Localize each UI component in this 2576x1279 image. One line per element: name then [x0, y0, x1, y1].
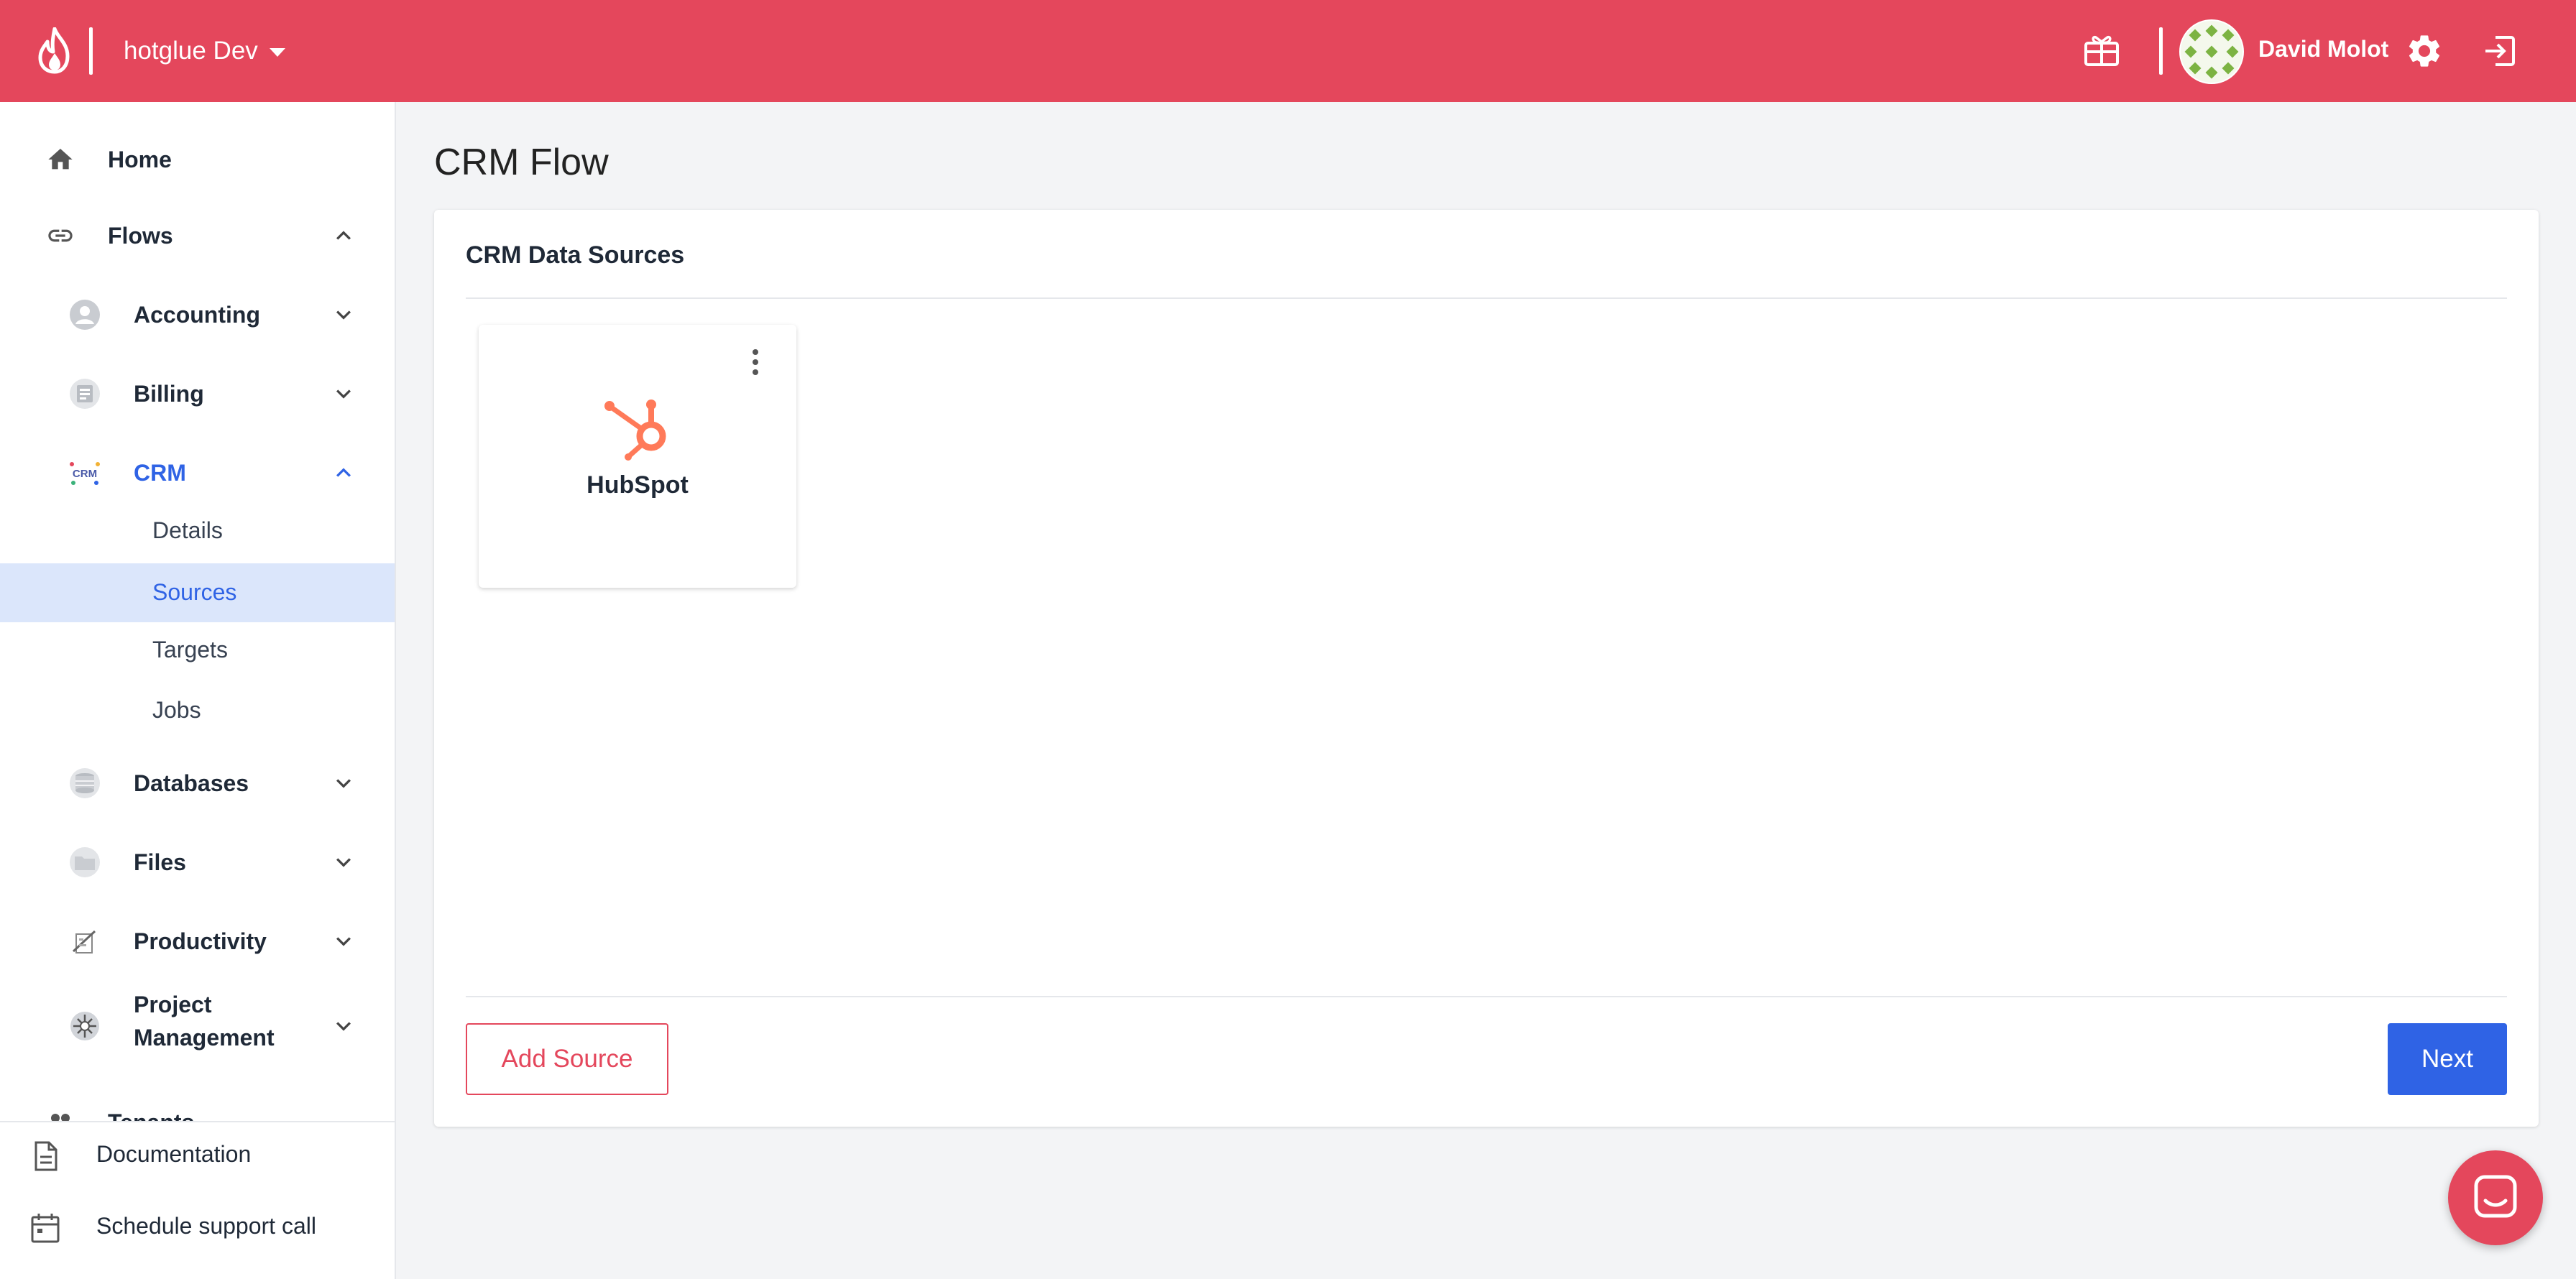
files-icon — [69, 846, 101, 878]
sidebar-item-files[interactable]: Files — [0, 834, 395, 891]
crm-icon: CRM — [66, 458, 104, 487]
support-chat-button[interactable] — [2448, 1150, 2543, 1245]
schedule-support-call-link[interactable]: Schedule support call — [0, 1194, 395, 1259]
chat-icon — [2474, 1175, 2517, 1218]
divider — [466, 996, 2507, 997]
productivity-icon — [69, 925, 101, 957]
caret-down-icon — [269, 48, 285, 57]
sidebar-subitem-label: Jobs — [152, 697, 201, 723]
page-title: CRM Flow — [434, 142, 609, 183]
gear-icon[interactable] — [2405, 32, 2444, 70]
source-name: HubSpot — [586, 471, 689, 499]
sidebar-footer: Documentation Schedule support call — [0, 1121, 395, 1279]
link-icon — [45, 221, 76, 250]
sidebar-subitem-jobs[interactable]: Jobs — [0, 681, 395, 740]
chevron-down-icon[interactable] — [329, 379, 358, 408]
billing-icon — [69, 378, 101, 410]
sidebar-item-flows[interactable]: Flows — [0, 207, 395, 264]
sidebar-item-billing[interactable]: Billing — [0, 365, 395, 423]
sidebar-subitem-label: Details — [152, 517, 223, 543]
sidebar-item-label: Project — [134, 992, 212, 1017]
user-name[interactable]: David Molot — [2258, 36, 2388, 63]
environment-name: hotglue Dev — [124, 37, 258, 65]
sidebar-subitem-label: Targets — [152, 637, 228, 662]
source-tile-hubspot[interactable]: HubSpot — [479, 325, 796, 588]
avatar[interactable] — [2179, 19, 2244, 84]
chevron-down-icon[interactable] — [329, 848, 358, 877]
schedule-support-call-label: Schedule support call — [96, 1213, 316, 1239]
sidebar-subitem-targets[interactable]: Targets — [0, 621, 395, 680]
chevron-down-icon[interactable] — [329, 300, 358, 329]
add-source-button[interactable]: Add Source — [466, 1023, 668, 1095]
home-icon — [46, 145, 75, 174]
sidebar-item-label: Management — [134, 1025, 275, 1051]
calendar-icon — [31, 1214, 60, 1243]
sidebar-item-label: Billing — [134, 381, 204, 407]
more-options-icon[interactable] — [748, 346, 763, 378]
flame-logo-icon[interactable] — [33, 27, 76, 75]
chevron-down-icon[interactable] — [329, 769, 358, 798]
sidebar-item-label: Files — [134, 849, 186, 875]
sidebar-subitem-details[interactable]: Details — [0, 502, 395, 560]
accounting-icon — [69, 299, 101, 331]
gift-icon[interactable] — [2083, 33, 2120, 68]
sidebar-item-project-management[interactable]: Project Management — [0, 987, 395, 1063]
sidebar-item-databases[interactable]: Databases — [0, 754, 395, 812]
databases-icon — [69, 767, 101, 799]
top-bar: hotglue Dev David Molot — [0, 0, 2576, 102]
documentation-label: Documentation — [96, 1141, 252, 1167]
divider — [466, 297, 2507, 299]
topbar-divider — [2159, 27, 2163, 75]
card-title: CRM Data Sources — [466, 241, 685, 269]
sidebar-item-label: Flows — [108, 223, 173, 249]
data-sources-card: CRM Data Sources HubSpot Add Source Next — [434, 210, 2539, 1127]
sidebar-item-label: Productivity — [134, 928, 267, 954]
sidebar-item-label: Accounting — [134, 302, 260, 328]
environment-selector[interactable]: hotglue Dev — [124, 32, 285, 70]
topbar-divider — [89, 27, 93, 75]
sidebar-subitem-label: Sources — [152, 579, 237, 605]
project-management-icon — [69, 1010, 101, 1042]
chevron-down-icon[interactable] — [329, 1012, 358, 1040]
sidebar-item-label: Databases — [134, 770, 249, 796]
documentation-link[interactable]: Documentation — [0, 1122, 395, 1187]
sidebar-item-accounting[interactable]: Accounting — [0, 286, 395, 343]
sidebar-item-home[interactable]: Home — [0, 131, 395, 188]
document-icon — [34, 1141, 58, 1171]
sidebar-item-label: CRM — [134, 460, 186, 486]
logout-icon[interactable] — [2480, 32, 2518, 70]
sidebar-subitem-sources[interactable]: Sources — [0, 563, 395, 622]
chevron-down-icon[interactable] — [329, 927, 358, 956]
sidebar-item-productivity[interactable]: Productivity — [0, 913, 395, 970]
next-button[interactable]: Next — [2388, 1023, 2507, 1095]
sidebar-item-crm[interactable]: CRM CRM — [0, 444, 395, 502]
sidebar: Home Flows Accounting Billing CRM CRM De… — [0, 102, 396, 1279]
svg-text:CRM: CRM — [73, 468, 97, 480]
chevron-up-icon[interactable] — [329, 221, 358, 250]
sidebar-item-label: Home — [108, 147, 172, 172]
hubspot-logo-icon — [604, 400, 666, 461]
chevron-up-icon[interactable] — [329, 458, 358, 487]
